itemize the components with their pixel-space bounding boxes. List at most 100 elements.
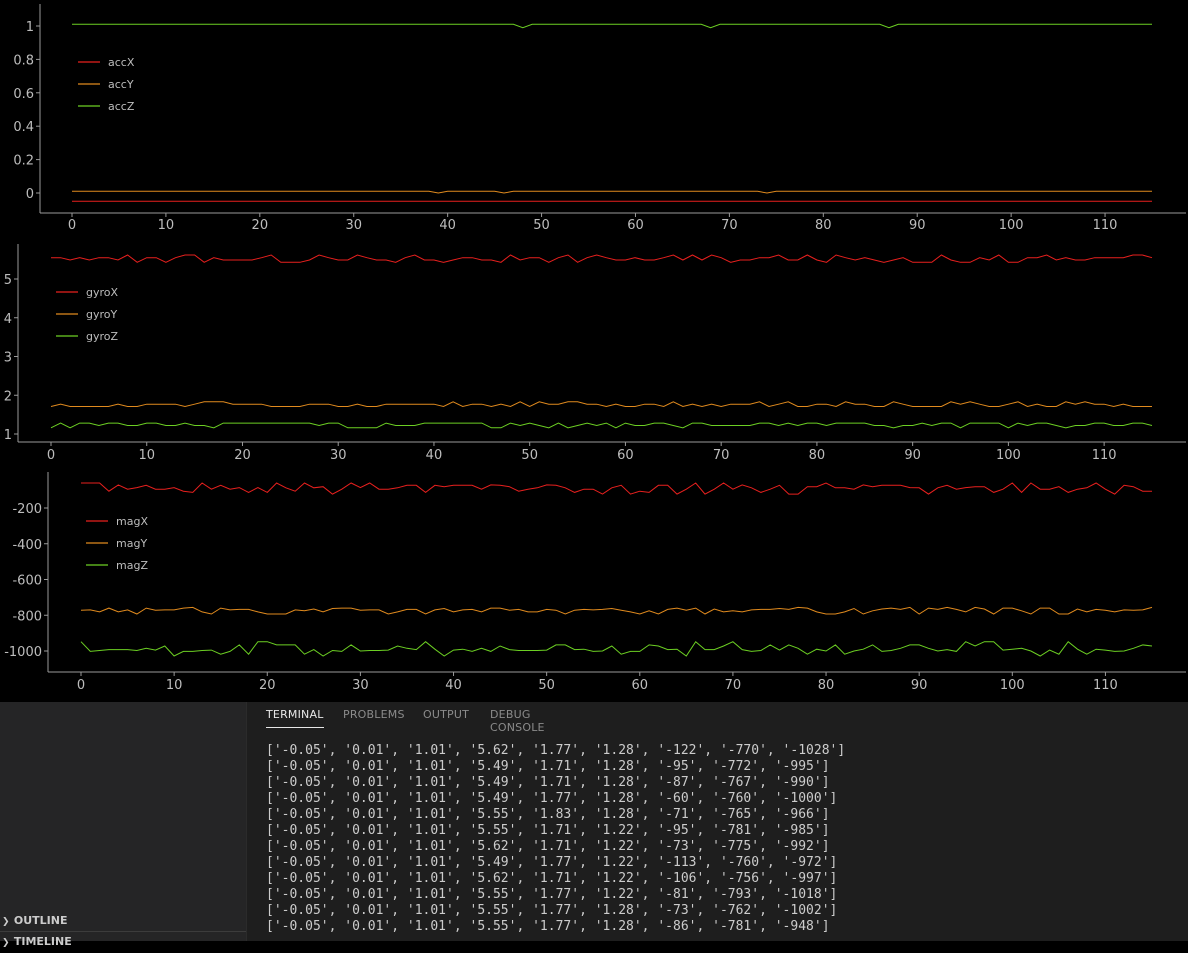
terminal-line: ['-0.05', '0.01', '1.01', '5.55', '1.83'… — [266, 807, 830, 822]
x-tick-label: 100 — [999, 218, 1024, 233]
x-tick-label: 100 — [996, 448, 1021, 463]
magY-series-line — [80, 606, 1153, 615]
terminal-line: ['-0.05', '0.01', '1.01', '5.55', '1.77'… — [266, 903, 838, 918]
sensor-plots: 0 10 20 30 40 50 60 70 80 90 100 11000.20.40.60.81a… — [4, 4, 1186, 693]
x-tick-label: 40 — [426, 448, 443, 463]
x-tick-label: 20 — [252, 218, 269, 233]
legend-label-accZ: accZ — [108, 100, 135, 113]
x-tick-label: 110 — [1092, 448, 1117, 463]
x-tick-label: 80 — [809, 448, 826, 463]
legend-label-magY: magY — [116, 537, 147, 550]
y-tick-label: 0.2 — [13, 154, 34, 169]
tab-problems[interactable]: PROBLEMS — [343, 708, 405, 721]
x-tick-label: 20 — [234, 448, 251, 463]
x-tick-label: 110 — [1093, 678, 1118, 693]
x-tick-label: 50 — [521, 448, 538, 463]
x-tick-label: 90 — [904, 448, 921, 463]
timeline-label: TIMELINE — [13, 935, 72, 948]
tab-debug-console[interactable]: DEBUG CONSOLE — [490, 708, 545, 734]
outline-label: OUTLINE — [13, 914, 68, 927]
x-tick-label: 60 — [627, 218, 644, 233]
x-tick-label: 20 — [259, 678, 276, 693]
y-tick-label: 0.8 — [13, 53, 34, 68]
terminal-line: ['-0.05', '0.01', '1.01', '5.49', '1.71'… — [266, 759, 830, 774]
y-tick-label: 3 — [4, 351, 12, 366]
tab-terminal[interactable]: TERMINAL — [266, 708, 324, 728]
x-tick-label: 100 — [1000, 678, 1025, 693]
terminal-line: ['-0.05', '0.01', '1.01', '5.55', '1.71'… — [266, 823, 830, 838]
y-tick-label: 4 — [4, 312, 12, 327]
x-tick-label: 80 — [818, 678, 835, 693]
gyroX-series-line — [51, 254, 1153, 263]
x-tick-label: 0 — [47, 448, 55, 463]
terminal-line: ['-0.05', '0.01', '1.01', '5.49', '1.77'… — [266, 855, 838, 870]
terminal-line: ['-0.05', '0.01', '1.01', '5.49', '1.77'… — [266, 791, 838, 806]
legend-label-gyroX: gyroX — [86, 286, 119, 299]
x-tick-label: 0 — [77, 678, 85, 693]
magnetometer-plot: 0 10 20 30 40 50 60 70 80 90 100 110 -200 -400 -600 -80… — [4, 472, 1186, 693]
legend-label-accY: accY — [108, 78, 134, 91]
y-tick-label: 1 — [4, 428, 12, 443]
x-tick-label: 40 — [445, 678, 462, 693]
y-tick-label: -1000 — [4, 645, 42, 660]
legend-label-gyroZ: gyroZ — [86, 330, 119, 343]
terminal-line: ['-0.05', '0.01', '1.01', '5.62', '1.77'… — [266, 743, 846, 758]
y-tick-label: -800 — [12, 609, 42, 624]
terminal-line: ['-0.05', '0.01', '1.01', '5.55', '1.77'… — [266, 919, 830, 934]
terminal-line: ['-0.05', '0.01', '1.01', '5.55', '1.77'… — [266, 887, 838, 902]
legend-label-magZ: magZ — [116, 559, 148, 572]
x-tick-label: 90 — [909, 218, 926, 233]
x-tick-label: 50 — [538, 678, 555, 693]
accZ-series-line — [72, 23, 1152, 29]
y-tick-label: 2 — [4, 389, 12, 404]
tab-output[interactable]: OUTPUT — [423, 708, 469, 721]
y-tick-label: 0.6 — [13, 87, 34, 102]
panel: TERMINAL PROBLEMS OUTPUT DEBUG CONSOLE [… — [247, 702, 1188, 941]
outline-section-header[interactable]: ❯ OUTLINE — [0, 911, 246, 931]
chevron-right-icon: ❯ — [2, 917, 10, 927]
x-tick-label: 40 — [439, 218, 456, 233]
x-tick-label: 30 — [330, 448, 347, 463]
x-tick-label: 10 — [158, 218, 175, 233]
x-tick-label: 0 — [68, 218, 76, 233]
y-tick-label: -200 — [12, 502, 42, 517]
accY-series-line — [72, 190, 1152, 194]
x-tick-label: 10 — [166, 678, 183, 693]
x-tick-label: 50 — [533, 218, 550, 233]
x-tick-label: 60 — [617, 448, 634, 463]
magZ-series-line — [80, 640, 1153, 657]
gyroscope-plot: 0 10 20 30 40 50 60 70 80 90 100 110 1 2 3 4 5 gyroX gyroY… — [4, 244, 1186, 463]
gyroZ-series-line — [50, 422, 1153, 429]
bottom-area: ❯ OUTLINE ❯ TIMELINE TERMINAL PROBLEMS O… — [0, 702, 1188, 948]
x-tick-label: 60 — [632, 678, 649, 693]
x-tick-label: 110 — [1093, 218, 1118, 233]
terminal-line: ['-0.05', '0.01', '1.01', '5.49', '1.71'… — [266, 775, 830, 790]
y-tick-label: 1 — [26, 20, 34, 35]
terminal-output[interactable]: ['-0.05', '0.01', '1.01', '5.62', '1.77'… — [266, 743, 1166, 935]
legend-label-gyroY: gyroY — [86, 308, 118, 321]
timeline-section-header[interactable]: ❯ TIMELINE — [0, 931, 246, 951]
plot-window: 0 10 20 30 40 50 60 70 80 90 100 110 0 0.2 0.4 0.6 0.8 1 a… — [0, 0, 1188, 702]
x-tick-label: 10 — [138, 448, 155, 463]
terminal-line: ['-0.05', '0.01', '1.01', '5.62', '1.71'… — [266, 839, 830, 854]
gyroY-series-line — [50, 401, 1152, 408]
y-tick-label: -600 — [12, 574, 42, 589]
x-tick-label: 70 — [721, 218, 738, 233]
sidebar: ❯ OUTLINE ❯ TIMELINE — [0, 702, 247, 948]
x-tick-label: 70 — [713, 448, 730, 463]
y-tick-label: 5 — [4, 273, 12, 288]
x-tick-label: 30 — [345, 218, 362, 233]
terminal-line: ['-0.05', '0.01', '1.01', '5.62', '1.71'… — [266, 871, 838, 886]
x-tick-label: 90 — [911, 678, 928, 693]
x-tick-label: 80 — [815, 218, 832, 233]
y-tick-label: 0 — [26, 187, 34, 202]
accelerometer-plot: 0 10 20 30 40 50 60 70 80 90 100 110 0 0.2 0.4 0.6 0.8 1 a… — [13, 4, 1186, 233]
x-tick-label: 30 — [352, 678, 369, 693]
chevron-right-icon: ❯ — [2, 938, 10, 948]
x-tick-label: 70 — [725, 678, 742, 693]
magX-series-line — [81, 482, 1152, 495]
legend-label-accX: accX — [108, 56, 135, 69]
legend-label-magX: magX — [116, 515, 148, 528]
y-tick-label: -400 — [12, 538, 42, 553]
y-tick-label: 0.4 — [13, 120, 34, 135]
